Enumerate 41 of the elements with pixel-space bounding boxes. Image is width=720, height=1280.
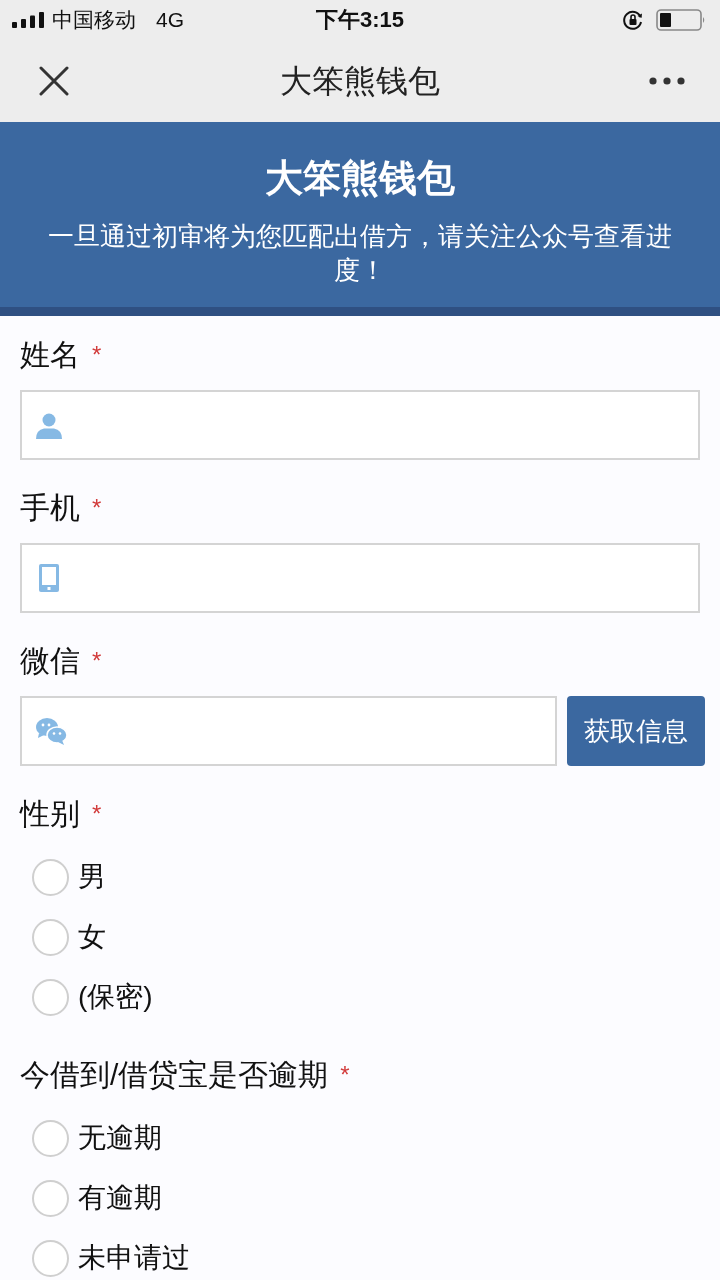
- field-label: 性别: [20, 796, 80, 832]
- nav-title: 大笨熊钱包: [280, 62, 440, 101]
- phone-icon: [39, 564, 59, 592]
- option-label: 未申请过: [78, 1242, 190, 1274]
- radio-button[interactable]: [32, 1239, 69, 1277]
- option-label: 女: [78, 921, 106, 953]
- option-label: 男: [78, 861, 106, 893]
- network-type: 4G: [156, 7, 184, 33]
- radio-button[interactable]: [32, 1119, 69, 1157]
- required-asterisk: *: [92, 343, 102, 367]
- rotation-lock-icon: [622, 9, 644, 31]
- close-button[interactable]: [38, 65, 70, 97]
- radio-button[interactable]: [32, 858, 69, 896]
- text-input-field[interactable]: [20, 543, 700, 613]
- battery-icon: [656, 9, 706, 31]
- required-asterisk: *: [340, 1063, 350, 1087]
- radio-button[interactable]: [32, 918, 69, 956]
- field-label: 手机: [20, 490, 80, 526]
- field-label: 微信: [20, 643, 80, 679]
- header-subtitle: 一旦通过初审将为您匹配出借方，请关注公众号查看进度！: [47, 220, 673, 287]
- radio-button[interactable]: [32, 1179, 69, 1217]
- radio-button[interactable]: [32, 978, 69, 1016]
- carrier-name: 中国移动: [52, 7, 136, 33]
- option-label: 无逾期: [78, 1122, 162, 1154]
- status-time: 下午3:15: [315, 7, 404, 33]
- required-asterisk: *: [92, 649, 102, 673]
- close-icon: [39, 66, 69, 96]
- more-icon: [649, 77, 685, 85]
- option-label: (保密): [78, 981, 153, 1013]
- required-asterisk: *: [92, 802, 102, 826]
- chat-bubbles-icon: [35, 717, 67, 745]
- fetch-info-button[interactable]: 获取信息: [567, 696, 705, 766]
- text-input-field[interactable]: [20, 390, 700, 460]
- field-label: 今借到/借贷宝是否逾期: [20, 1057, 329, 1093]
- person-icon: [35, 411, 63, 439]
- signal-icon: [12, 12, 44, 28]
- required-asterisk: *: [92, 496, 102, 520]
- field-label: 姓名: [20, 337, 80, 373]
- option-label: 有逾期: [78, 1182, 162, 1214]
- text-input-field[interactable]: [20, 696, 557, 766]
- header-title: 大笨熊钱包: [265, 156, 455, 201]
